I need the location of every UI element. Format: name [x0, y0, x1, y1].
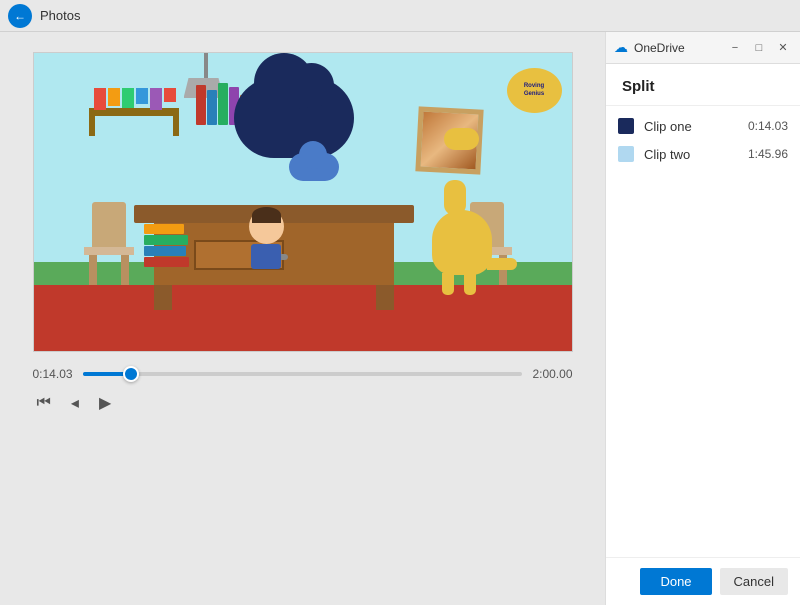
video-area: Roving Genius: [0, 32, 605, 605]
clip-item-2: Clip two 1:45.96: [618, 146, 788, 162]
clip-item-1: Clip one 0:14.03: [618, 118, 788, 134]
onedrive-titlebar: ☁ OneDrive − □ ✕: [606, 32, 800, 64]
clip-list: Clip one 0:14.03 Clip two 1:45.96: [606, 106, 800, 557]
main-content: Roving Genius: [0, 32, 800, 605]
clip-color-1: [618, 118, 634, 134]
split-heading: Split: [606, 64, 800, 106]
playback-controls: ⏮ ◂ ▶: [33, 389, 573, 417]
timeline-track[interactable]: [83, 372, 523, 376]
cancel-button[interactable]: Cancel: [720, 568, 788, 595]
dinosaur-character: [432, 210, 492, 275]
minimize-button[interactable]: −: [726, 39, 744, 57]
right-panel: ☁ OneDrive − □ ✕ Split Clip one 0:14.03 …: [605, 32, 800, 605]
clip-color-2: [618, 146, 634, 162]
floor-red: [34, 285, 572, 351]
chair-left: [84, 205, 134, 285]
onedrive-title: OneDrive: [634, 41, 720, 55]
close-button[interactable]: ✕: [774, 39, 792, 57]
thought-cloud-dark: [234, 78, 354, 158]
current-time: 0:14.03: [33, 367, 73, 381]
thought-cloud-small: [289, 153, 339, 181]
title-bar: ← Photos: [0, 0, 800, 32]
desk-book-stack: [144, 224, 189, 267]
shelf-bracket-right: [173, 116, 179, 136]
maximize-button[interactable]: □: [750, 39, 768, 57]
done-button[interactable]: Done: [640, 568, 711, 595]
clip-duration-1: 0:14.03: [748, 119, 788, 133]
total-time: 2:00.00: [532, 367, 572, 381]
play-button[interactable]: ▶: [95, 389, 115, 417]
prev-frame-button[interactable]: ◂: [67, 389, 83, 417]
back-icon: ←: [14, 9, 26, 23]
roving-genius-logo: Roving Genius: [507, 68, 562, 113]
clip-name-2: Clip two: [644, 147, 738, 162]
app-title: Photos: [40, 8, 80, 23]
boy-character: [249, 209, 284, 269]
timeline-handle[interactable]: [123, 366, 139, 382]
clip-duration-2: 1:45.96: [748, 147, 788, 161]
video-player[interactable]: Roving Genius: [33, 52, 573, 352]
split-footer: Done Cancel: [606, 557, 800, 605]
shelf-bracket-left: [89, 116, 95, 136]
video-controls: 0:14.03 2:00.00 ⏮ ◂ ▶: [33, 367, 573, 417]
onedrive-icon: ☁: [614, 39, 628, 56]
shelf-blocks: [94, 88, 176, 110]
rewind-button[interactable]: ⏮: [33, 390, 55, 416]
timeline-row: 0:14.03 2:00.00: [33, 367, 573, 381]
back-button[interactable]: ←: [8, 4, 32, 28]
video-scene: Roving Genius: [34, 53, 572, 351]
clip-name-1: Clip one: [644, 119, 738, 134]
